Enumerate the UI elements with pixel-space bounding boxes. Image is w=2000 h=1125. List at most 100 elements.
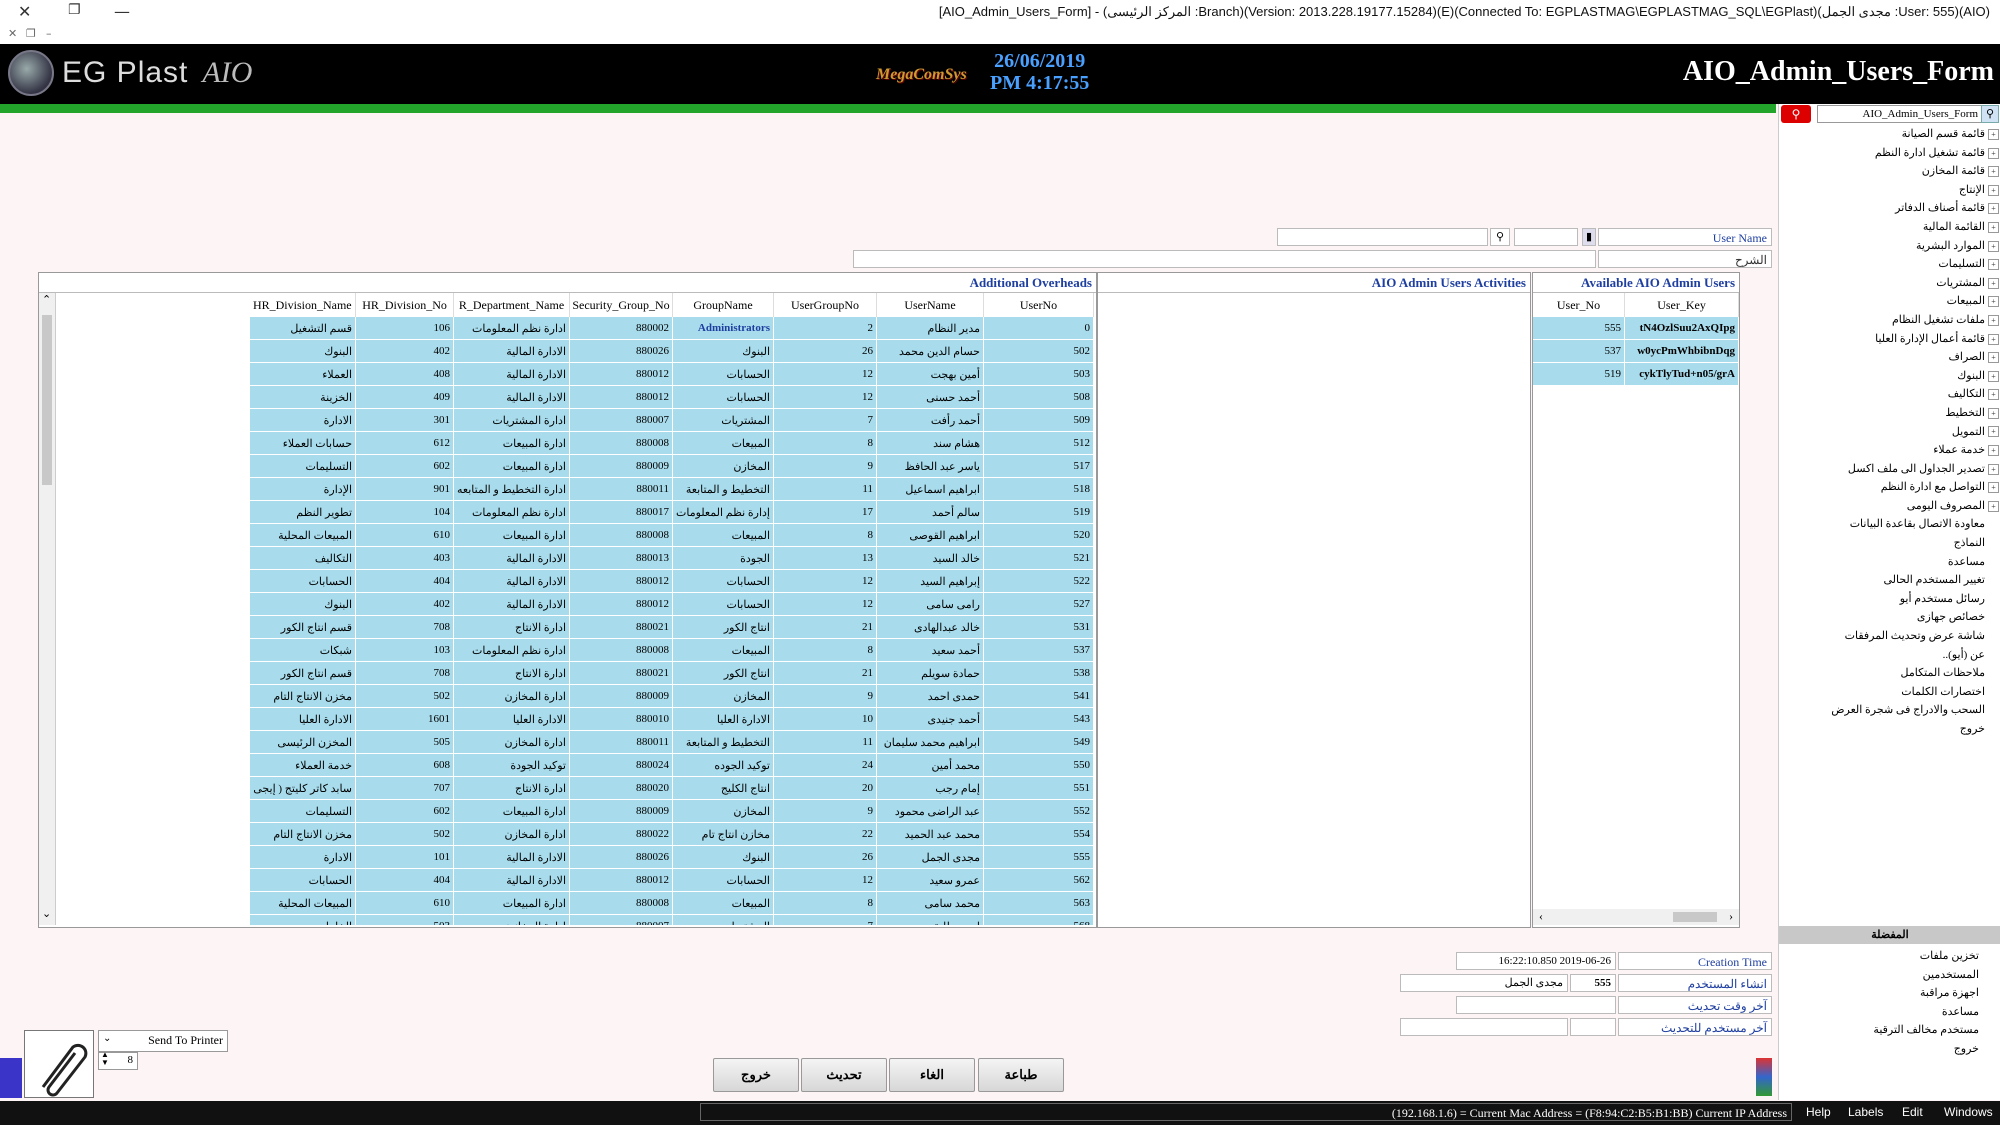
table-row[interactable]: حسابات العملاء 612 ادارة المبيعات 880008 الم…	[249, 431, 1094, 455]
nav-tree-item[interactable]: تغيير المستخدم الحالى	[1781, 571, 1999, 590]
nav-tree-item[interactable]: خصائص جهازى	[1781, 608, 1999, 627]
overheads-vscroll[interactable]: ⌃ ⌄	[39, 293, 56, 925]
table-row[interactable]: التسليمات 602 ادارة المبيعات 880009 المخازن 9…	[249, 799, 1094, 823]
table-row[interactable]: التكاليف 403 الادارة المالية 880013 الجودة 13…	[249, 546, 1094, 570]
nav-tree-item[interactable]: +المشتريات	[1781, 274, 1999, 293]
nav-tree-item[interactable]: +قائمة تشغيل ادارة النظم	[1781, 144, 1999, 163]
expand-icon[interactable]: +	[1988, 296, 1999, 308]
column-header[interactable]: R_Department_Name	[453, 293, 570, 317]
favorite-item[interactable]: خروج	[1873, 1040, 1979, 1059]
username-search-icon[interactable]: ⚲	[1490, 228, 1510, 246]
expand-icon[interactable]: +	[1988, 389, 1999, 401]
nav-tree-item[interactable]: عن (أيو)..	[1781, 646, 1999, 665]
expand-icon[interactable]: +	[1988, 184, 1999, 196]
table-row[interactable]: التسليمات 602 ادارة المبيعات 880009 المخازن 9…	[249, 454, 1094, 478]
favorite-item[interactable]: اجهزة مراقبة	[1873, 984, 1979, 1003]
username-field[interactable]	[1277, 228, 1488, 246]
scroll-right-icon[interactable]: ›	[1729, 909, 1733, 924]
menu-windows[interactable]: Windows	[1944, 1105, 1993, 1119]
favorite-item[interactable]: مستخدم مخالف الترقية	[1873, 1021, 1979, 1040]
expand-icon[interactable]: +	[1988, 221, 1999, 233]
table-row[interactable]: مخزن الانتاج التام 502 ادارة المخازن 880009…	[249, 684, 1094, 708]
nav-tree-item[interactable]: +تصدير الجداول الى ملف اكسل	[1781, 460, 1999, 479]
nav-tree-item[interactable]: +التكاليف	[1781, 385, 1999, 404]
expand-icon[interactable]: +	[1988, 500, 1999, 512]
table-row[interactable]: 555 tN4OzlSuu2AxQIpg	[1533, 317, 1739, 340]
nav-tree-item[interactable]: +قائمة أعمال الإدارة العليا	[1781, 330, 1999, 349]
cancel-button[interactable]: الغاء	[889, 1058, 975, 1092]
nav-tree-item[interactable]: +قائمة المخازن	[1781, 162, 1999, 181]
expand-icon[interactable]: +	[1988, 128, 1999, 140]
color-palette-icon[interactable]	[1756, 1058, 1772, 1096]
minimize-window-icon[interactable]: —	[114, 2, 130, 21]
table-row[interactable]: الادارة العليا 1601 الادارة العليا 880010 ال…	[249, 707, 1094, 731]
table-row[interactable]: شبكات 103 ادارة نظم المعلومات 880008 المبيعا…	[249, 638, 1094, 662]
table-row[interactable]: 537 w0ycPmWhbibnDqg	[1533, 339, 1739, 363]
table-row[interactable]: البنوك 402 الادارة المالية 880012 الحسابات 12…	[249, 592, 1094, 616]
expand-icon[interactable]: +	[1988, 240, 1999, 252]
restore-window-icon[interactable]: ❐	[68, 2, 81, 18]
nav-tree-item[interactable]: ملاحظات المتكامل	[1781, 664, 1999, 683]
expand-icon[interactable]: +	[1988, 407, 1999, 419]
table-row[interactable]: العملاء 408 الادارة المالية 880012 الحسابات 1…	[249, 362, 1094, 386]
exit-button[interactable]: خروج	[713, 1058, 799, 1092]
nav-tree-item[interactable]: +الإنتاج	[1781, 181, 1999, 200]
table-row[interactable]: خدمة العملاء 608 توكيد الجودة 880024 توكيد ا…	[249, 753, 1094, 777]
table-row[interactable]: المبيعات المحلية 610 ادارة المبيعات 880008 ا…	[249, 891, 1094, 915]
table-row[interactable]: الخامات503ادارة المخازن880007المشتريات7ا…	[249, 914, 1094, 925]
username-dropdown-icon[interactable]: ▮	[1582, 228, 1596, 246]
table-row[interactable]: سابد كاتر كليتج ( إيجى 707 ادارة الانتاج 88…	[249, 776, 1094, 800]
mdi-minimize-icon[interactable]: –	[46, 27, 52, 40]
menu-edit[interactable]: Edit	[1902, 1105, 1923, 1119]
side-tab[interactable]	[0, 1058, 22, 1098]
table-row[interactable]: الادارة 101 الادارة المالية 880026 البنوك 26 م…	[249, 845, 1094, 869]
expand-icon[interactable]: +	[1988, 314, 1999, 326]
table-row[interactable]: قسم انتاج الكور 708 ادارة الانتاج 880021 انت…	[249, 661, 1094, 685]
update-button[interactable]: تحديث	[801, 1058, 887, 1092]
favorite-item[interactable]: تخزين ملفات	[1873, 947, 1979, 966]
scroll-left-icon[interactable]: ‹	[1539, 909, 1543, 924]
nav-tree-item[interactable]: رسائل مستخدم أيو	[1781, 590, 1999, 609]
column-header[interactable]: UserName	[876, 293, 984, 317]
favorite-item[interactable]: المستخدمين	[1873, 966, 1979, 985]
nav-tree-item[interactable]: +التمويل	[1781, 423, 1999, 442]
menu-labels[interactable]: Labels	[1848, 1105, 1883, 1119]
nav-tree-item[interactable]: شاشة عرض وتحديث المرفقات	[1781, 627, 1999, 646]
nav-tree-item[interactable]: مساعدة	[1781, 553, 1999, 572]
table-row[interactable]: الحسابات 404 الادارة المالية 880012 الحسابات…	[249, 569, 1094, 593]
nav-tree-item[interactable]: +قائمة قسم الصيانة	[1781, 125, 1999, 144]
nav-search-button[interactable]: ⚲	[1781, 105, 1811, 123]
available-users-hscroll[interactable]: ‹ ›	[1533, 909, 1739, 925]
expand-icon[interactable]: +	[1988, 203, 1999, 215]
print-button[interactable]: طباعة	[978, 1058, 1064, 1092]
expand-icon[interactable]: +	[1988, 463, 1999, 475]
table-row[interactable]: الخزينة 409 الادارة المالية 880012 الحسابات 1…	[249, 385, 1094, 409]
nav-tree-item[interactable]: +المبيعات	[1781, 292, 1999, 311]
nav-tree-item[interactable]: +التسليمات	[1781, 255, 1999, 274]
expand-icon[interactable]: +	[1988, 147, 1999, 159]
magnifier-icon[interactable]: ⚲	[1981, 105, 1999, 123]
nav-tree-item[interactable]: النماذج	[1781, 534, 1999, 553]
nav-search-input[interactable]: AIO_Admin_Users_Form	[1817, 105, 1982, 123]
mdi-restore-icon[interactable]: ❐	[26, 27, 36, 40]
expand-icon[interactable]: +	[1988, 352, 1999, 364]
expand-icon[interactable]: +	[1988, 482, 1999, 494]
scroll-thumb[interactable]	[42, 315, 52, 485]
nav-tree-item[interactable]: +الصراف	[1781, 348, 1999, 367]
description-field[interactable]	[853, 250, 1596, 268]
table-row[interactable]: المخزن الرئيسى 505 ادارة المخازن 880011 التخ…	[249, 730, 1094, 754]
table-row[interactable]: مخزن الانتاج التام 502 ادارة المخازن 880022…	[249, 822, 1094, 846]
table-row[interactable]: 519 cykTlyTud+n05/grA	[1533, 362, 1739, 386]
table-row[interactable]: الحسابات 404 الادارة المالية 880012 الحسابات…	[249, 868, 1094, 892]
scroll-down-icon[interactable]: ⌄	[42, 907, 51, 920]
expand-icon[interactable]: +	[1988, 426, 1999, 438]
table-row[interactable]: المبيعات المحلية 610 ادارة المبيعات 880008 ا…	[249, 523, 1094, 547]
expand-icon[interactable]: +	[1988, 166, 1999, 178]
nav-tree-item[interactable]: +المصروف اليومى	[1781, 497, 1999, 516]
nav-tree-item[interactable]: +التواصل مع ادارة النظم	[1781, 478, 1999, 497]
nav-tree-item[interactable]: +ملفات تشغيل النظام	[1781, 311, 1999, 330]
attachment-button[interactable]	[24, 1030, 94, 1098]
username-no-field[interactable]	[1514, 228, 1578, 246]
nav-tree-item[interactable]: معاودة الاتصال بقاعدة البيانات	[1781, 515, 1999, 534]
column-header[interactable]: GroupName	[672, 293, 774, 317]
